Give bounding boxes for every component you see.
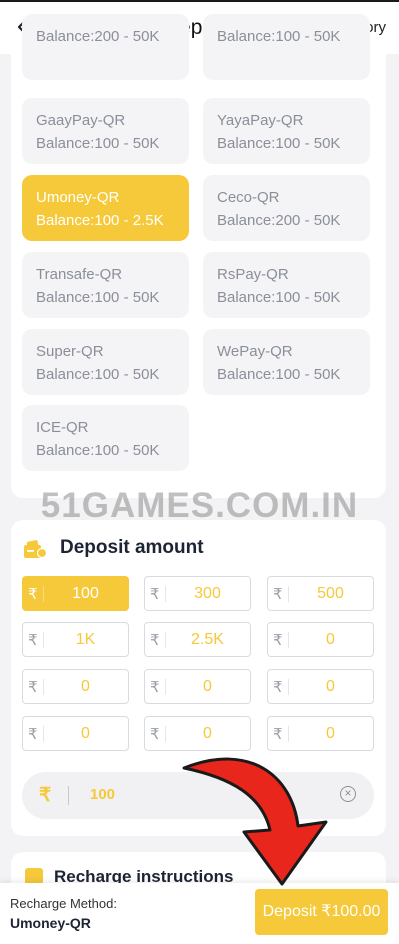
amount-value: 0 xyxy=(203,678,212,695)
rupee-icon: ₹ xyxy=(150,679,160,696)
amount-option[interactable]: ₹ 0 xyxy=(22,716,129,751)
amount-value: 1K xyxy=(75,631,96,648)
rupee-icon: ₹ xyxy=(150,726,160,743)
amount-option-1k[interactable]: ₹ 1K xyxy=(22,622,129,657)
clear-circle-icon[interactable]: × xyxy=(340,786,356,802)
rupee-icon: ₹ xyxy=(28,679,38,696)
rupee-icon: ₹ xyxy=(39,785,52,806)
rupee-icon: ₹ xyxy=(28,726,38,743)
recharge-method-label: Recharge Method: xyxy=(10,896,117,911)
rupee-icon: ₹ xyxy=(28,632,38,649)
amount-value: 0 xyxy=(326,631,335,648)
amount-option[interactable]: ₹ 0 xyxy=(267,669,374,704)
channel-card-wepay[interactable]: WePay-QR Balance:100 - 50K xyxy=(203,329,370,395)
channel-balance: Balance:200 - 50K xyxy=(217,212,341,229)
rupee-icon: ₹ xyxy=(150,632,160,649)
channel-balance: Balance:100 - 50K xyxy=(36,366,160,383)
amount-value: 500 xyxy=(317,585,344,602)
channel-card-ceco[interactable]: Ceco-QR Balance:200 - 50K xyxy=(203,175,370,241)
amount-value: 100 xyxy=(72,585,99,602)
channel-card[interactable]: Balance:200 - 50K xyxy=(22,14,189,80)
deposit-button[interactable]: Deposit ₹100.00 xyxy=(255,889,388,935)
recharge-method-value: Umoney-QR xyxy=(10,915,91,931)
channel-name: Ceco-QR xyxy=(217,189,280,206)
amount-option-2-5k[interactable]: ₹ 2.5K xyxy=(144,622,251,657)
bottom-bar: Recharge Method: Umoney-QR Deposit ₹100.… xyxy=(0,883,399,944)
rupee-icon: ₹ xyxy=(273,586,283,603)
amount-value: 0 xyxy=(326,678,335,695)
channel-balance: Balance:100 - 50K xyxy=(36,289,160,306)
deposit-amount-title: Deposit amount xyxy=(60,537,204,558)
amount-value: 300 xyxy=(194,585,221,602)
channel-balance: Balance:100 - 2.5K xyxy=(36,212,164,229)
channel-card[interactable]: Balance:100 - 50K xyxy=(203,14,370,80)
channel-balance: Balance:200 - 50K xyxy=(36,28,160,45)
channel-name: RsPay-QR xyxy=(217,266,289,283)
rupee-icon: ₹ xyxy=(273,726,283,743)
amount-option[interactable]: ₹ 0 xyxy=(144,669,251,704)
channel-name: YayaPay-QR xyxy=(217,112,304,129)
rupee-icon: ₹ xyxy=(273,632,283,649)
amount-option-100[interactable]: ₹ 100 xyxy=(22,576,129,611)
wallet-icon xyxy=(23,540,48,560)
rupee-icon: ₹ xyxy=(273,679,283,696)
channel-name: Super-QR xyxy=(36,343,104,360)
amount-option[interactable]: ₹ 0 xyxy=(267,716,374,751)
channel-balance: Balance:100 - 50K xyxy=(36,135,160,152)
amount-value: 0 xyxy=(81,678,90,695)
payment-channel-grid: Balance:200 - 50K Balance:100 - 50K Gaay… xyxy=(11,14,386,498)
amount-option[interactable]: ₹ 0 xyxy=(22,669,129,704)
channel-card-umoney[interactable]: Umoney-QR Balance:100 - 2.5K xyxy=(22,175,189,241)
deposit-amount-card: Deposit amount ₹ 100 ₹ 300 ₹ 500 ₹ 1K ₹ … xyxy=(11,520,386,836)
channel-name: WePay-QR xyxy=(217,343,293,360)
channel-balance: Balance:100 - 50K xyxy=(217,366,341,383)
amount-option[interactable]: ₹ 0 xyxy=(267,622,374,657)
amount-option[interactable]: ₹ 0 xyxy=(144,716,251,751)
divider xyxy=(68,786,69,805)
amount-value: 0 xyxy=(203,725,212,742)
channel-balance: Balance:100 - 50K xyxy=(36,442,160,459)
channel-name: ICE-QR xyxy=(36,419,89,436)
amount-input[interactable]: ₹ 100 × xyxy=(22,772,374,819)
amount-option-500[interactable]: ₹ 500 xyxy=(267,576,374,611)
amount-option-300[interactable]: ₹ 300 xyxy=(144,576,251,611)
channel-card-rspay[interactable]: RsPay-QR Balance:100 - 50K xyxy=(203,252,370,318)
channel-card-ice[interactable]: ICE-QR Balance:100 - 50K xyxy=(22,405,189,471)
amount-value: 0 xyxy=(326,725,335,742)
channel-balance: Balance:100 - 50K xyxy=(217,289,341,306)
channel-card-gaaypay[interactable]: GaayPay-QR Balance:100 - 50K xyxy=(22,98,189,164)
channel-card-transafe[interactable]: Transafe-QR Balance:100 - 50K xyxy=(22,252,189,318)
amount-value: 2.5K xyxy=(191,631,224,648)
channel-name: Umoney-QR xyxy=(36,189,120,206)
amount-value: 0 xyxy=(81,725,90,742)
channel-balance: Balance:100 - 50K xyxy=(217,28,341,45)
channel-card-yayapay[interactable]: YayaPay-QR Balance:100 - 50K xyxy=(203,98,370,164)
amount-input-value[interactable]: 100 xyxy=(90,786,115,803)
channel-balance: Balance:100 - 50K xyxy=(217,135,341,152)
rupee-icon: ₹ xyxy=(150,586,160,603)
channel-name: GaayPay-QR xyxy=(36,112,126,129)
rupee-icon: ₹ xyxy=(28,586,38,603)
channel-card-super[interactable]: Super-QR Balance:100 - 50K xyxy=(22,329,189,395)
channel-name: Transafe-QR xyxy=(36,266,123,283)
